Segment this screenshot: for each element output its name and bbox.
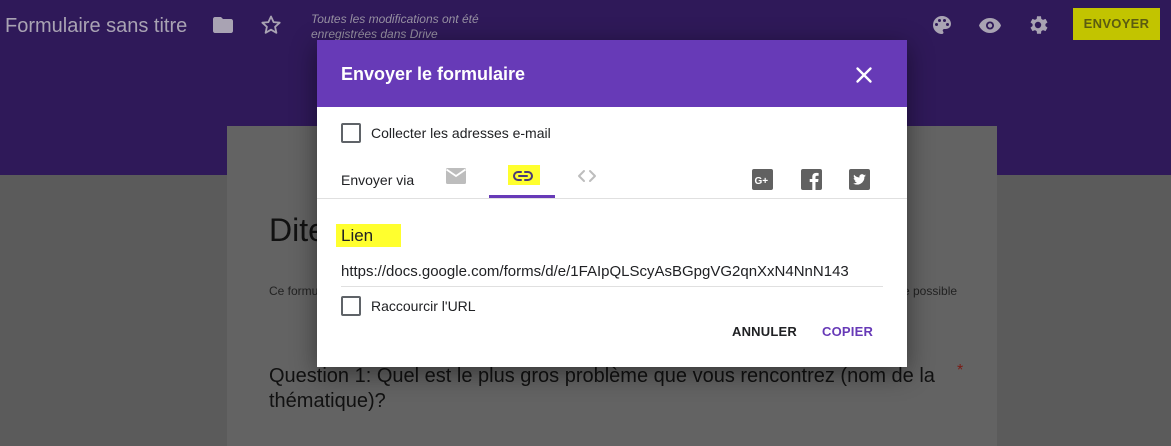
palette-icon[interactable] (930, 13, 954, 37)
shorten-url-label: Raccourcir l'URL (371, 298, 476, 314)
cancel-button[interactable]: ANNULER (732, 324, 797, 339)
embed-icon[interactable] (575, 164, 599, 188)
link-heading: Lien (336, 224, 401, 247)
svg-text:G+: G+ (755, 176, 769, 187)
shorten-url-row[interactable]: Raccourcir l'URL (341, 296, 476, 316)
email-icon[interactable] (444, 164, 468, 188)
send-form-dialog: Envoyer le formulaire Collecter les adre… (317, 40, 907, 367)
google-plus-icon[interactable]: G+ (752, 169, 773, 190)
dialog-title: Envoyer le formulaire (341, 64, 526, 84)
dialog-header: Envoyer le formulaire (317, 40, 907, 107)
eye-icon[interactable] (978, 13, 1002, 37)
shorten-url-checkbox[interactable] (341, 296, 361, 316)
send-button[interactable]: ENVOYER (1073, 8, 1160, 40)
url-field[interactable]: https://docs.google.com/forms/d/e/1FAIpQ… (341, 262, 883, 287)
collect-emails-checkbox[interactable] (341, 123, 361, 143)
copy-button[interactable]: COPIER (822, 324, 873, 339)
collect-emails-row[interactable]: Collecter les adresses e-mail (341, 123, 551, 143)
folder-icon[interactable] (211, 13, 235, 37)
twitter-icon[interactable] (849, 169, 870, 190)
form-title-header[interactable]: Formulaire sans titre (5, 15, 187, 38)
link-icon[interactable] (511, 164, 535, 188)
save-status: Toutes les modifications ont été enregis… (311, 12, 479, 41)
form-description-end: e possible (903, 284, 958, 298)
dialog-divider (317, 198, 907, 199)
gear-icon[interactable] (1026, 13, 1050, 37)
question-title[interactable]: Question 1: Quel est le plus gros problè… (269, 364, 949, 414)
facebook-icon[interactable] (801, 169, 822, 190)
star-icon[interactable] (259, 13, 283, 37)
form-description[interactable]: Ce formu (269, 284, 318, 298)
required-marker: * (957, 362, 964, 379)
collect-emails-label: Collecter les adresses e-mail (371, 125, 551, 141)
close-icon[interactable] (851, 62, 877, 88)
send-via-label: Envoyer via (341, 172, 415, 188)
